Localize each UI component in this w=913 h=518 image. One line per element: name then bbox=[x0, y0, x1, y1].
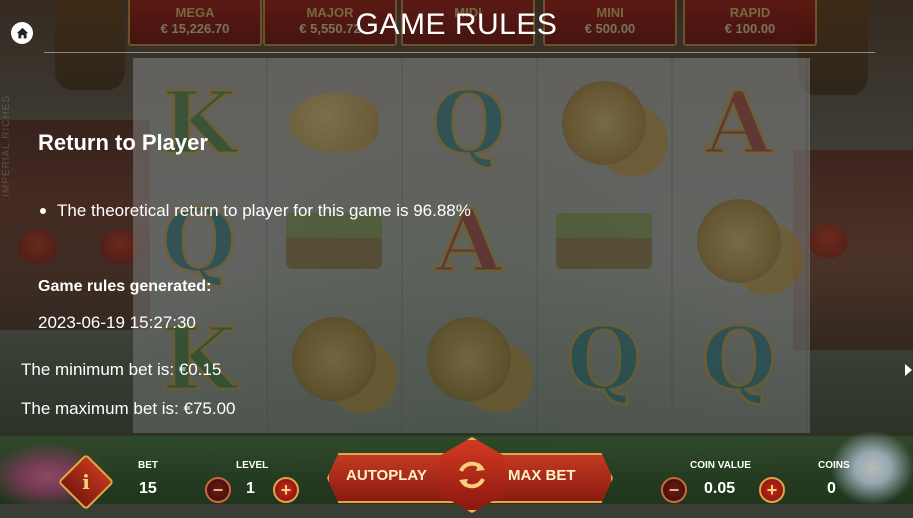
page-title: GAME RULES bbox=[355, 8, 558, 41]
spin-icon bbox=[459, 461, 485, 489]
coin-value-label: COIN VALUE bbox=[690, 460, 751, 471]
scroll-right-icon[interactable] bbox=[904, 363, 913, 377]
bullet-dot bbox=[40, 208, 46, 214]
level-increase-button[interactable]: + bbox=[273, 477, 299, 503]
level-label: LEVEL bbox=[236, 460, 269, 471]
generated-date: 2023-06-19 15:27:30 bbox=[38, 313, 196, 332]
info-icon: i bbox=[82, 470, 90, 494]
rtp-heading: Return to Player bbox=[38, 130, 208, 155]
max-bet-button[interactable]: MAX BET bbox=[508, 467, 576, 484]
coin-value-decrease-button[interactable]: − bbox=[661, 477, 687, 503]
autoplay-button[interactable]: AUTOPLAY bbox=[346, 467, 427, 484]
max-bet-text: The maximum bet is: €75.00 bbox=[21, 399, 236, 418]
coins-value: 0 bbox=[827, 480, 836, 497]
min-bet-text: The minimum bet is: €0.15 bbox=[21, 360, 222, 379]
rtp-bullet: The theoretical return to player for thi… bbox=[40, 201, 471, 221]
bet-label: BET bbox=[138, 460, 158, 471]
coin-value: 0.05 bbox=[704, 480, 736, 497]
level-decrease-button[interactable]: − bbox=[205, 477, 231, 503]
generated-heading: Game rules generated: bbox=[38, 278, 212, 295]
title-divider bbox=[44, 52, 875, 53]
bet-value: 15 bbox=[139, 480, 157, 497]
coin-value-increase-button[interactable]: + bbox=[759, 477, 785, 503]
rtp-text: The theoretical return to player for thi… bbox=[57, 201, 471, 220]
level-value: 1 bbox=[246, 480, 255, 497]
coins-label: COINS bbox=[818, 460, 850, 471]
